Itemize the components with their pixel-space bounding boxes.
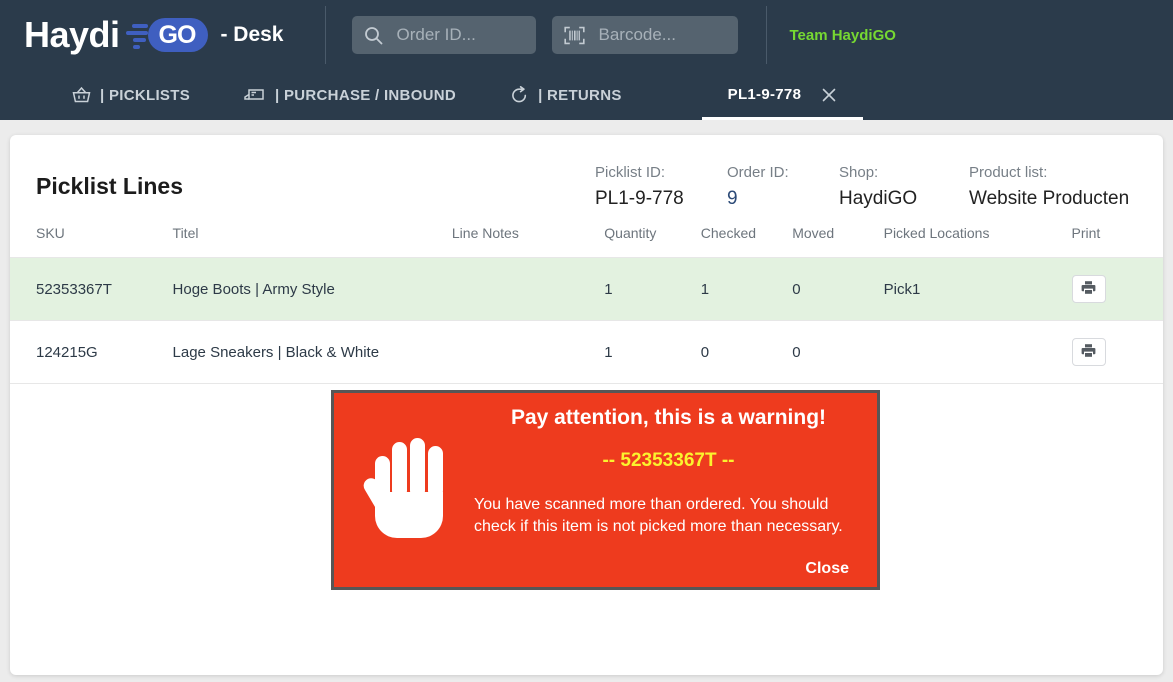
printer-icon <box>1081 280 1096 299</box>
column-header-print: Print <box>1071 219 1163 258</box>
close-icon[interactable] <box>821 87 837 103</box>
meta-label: Product list: <box>969 164 1048 181</box>
top-bar-row: Haydi GO - Desk Order ID... Barcode... T… <box>0 0 1173 70</box>
app-logo[interactable]: Haydi GO - Desk <box>24 11 283 59</box>
picklist-meta: Picklist ID: PL1-9-778 Order ID: 9 Shop:… <box>595 159 1141 213</box>
divider <box>766 6 768 64</box>
nav-label: | PURCHASE / INBOUND <box>275 86 457 104</box>
logo-go-badge: GO <box>122 18 209 52</box>
top-bar: Haydi GO - Desk Order ID... Barcode... T… <box>0 0 1173 120</box>
cell-titel: Lage Sneakers | Black & White <box>172 320 452 384</box>
meta-label: Shop: <box>839 164 879 181</box>
print-button[interactable] <box>1071 275 1106 303</box>
cell-titel: Hoge Boots | Army Style <box>172 257 452 321</box>
cell-print <box>1071 257 1163 321</box>
warning-message: You have scanned more than ordered. You … <box>474 496 843 535</box>
nav-label: | RETURNS <box>538 86 622 104</box>
nav-label: | PICKLISTS <box>100 86 191 104</box>
nav-tab-picklist-pl1-9-778[interactable]: PL1-9-778 <box>701 72 864 120</box>
table-header-row: SKU Titel Line Notes Quantity Checked Mo… <box>10 219 1163 258</box>
warning-title: Pay attention, this is a warning! <box>510 406 827 429</box>
table-row[interactable]: 52353367T Hoge Boots | Army Style 1 1 0 … <box>10 257 1163 321</box>
meta-product-list: Product list: Website Producten <box>969 161 1141 213</box>
card-header: Picklist Lines Picklist ID: PL1-9-778 Or… <box>10 135 1163 219</box>
printer-icon <box>1081 343 1096 362</box>
go-pill: GO <box>147 18 209 52</box>
cell-checked: 1 <box>700 257 793 321</box>
main-navigation: | PICKLISTS | PURCHASE / INBOUND | RETUR… <box>0 70 1173 120</box>
order-id-search[interactable]: Order ID... <box>352 16 537 54</box>
speed-lines-icon <box>122 20 148 50</box>
cell-checked: 0 <box>700 320 793 384</box>
stop-hand-icon <box>354 436 466 544</box>
truck-icon <box>244 86 266 104</box>
nav-tab-label: PL1-9-778 <box>727 86 802 103</box>
meta-label: Picklist ID: <box>595 164 666 181</box>
warning-dialog: Pay attention, this is a warning! -- 523… <box>331 390 880 590</box>
cell-quantity: 1 <box>604 257 701 321</box>
barcode-icon <box>564 26 586 45</box>
column-header-checked: Checked <box>700 219 793 258</box>
cell-line-notes <box>451 257 605 321</box>
cell-line-notes <box>451 320 605 384</box>
cell-picked-locations: Pick1 <box>883 257 1072 321</box>
order-id-placeholder: Order ID... <box>396 25 476 44</box>
cell-print <box>1071 320 1163 384</box>
basket-icon <box>72 86 91 104</box>
meta-label: Order ID: <box>727 164 789 181</box>
return-arrow-icon <box>510 86 529 104</box>
column-header-moved: Moved <box>792 219 884 258</box>
close-button[interactable]: Close <box>474 560 863 578</box>
divider <box>325 6 327 64</box>
column-header-picked-locations: Picked Locations <box>883 219 1072 258</box>
cell-moved: 0 <box>792 320 884 384</box>
search-icon <box>364 26 383 45</box>
meta-value[interactable]: 9 <box>727 185 839 213</box>
cell-quantity: 1 <box>604 320 701 384</box>
nav-item-purchase-inbound[interactable]: | PURCHASE / INBOUND <box>242 70 458 120</box>
print-button[interactable] <box>1071 338 1106 366</box>
column-header-sku: SKU <box>10 219 173 258</box>
cell-sku: 124215G <box>10 320 173 384</box>
cell-moved: 0 <box>792 257 884 321</box>
nav-item-picklists[interactable]: | PICKLISTS <box>70 70 192 120</box>
column-header-titel: Titel <box>172 219 452 258</box>
barcode-placeholder: Barcode... <box>598 25 676 44</box>
page-title: Picklist Lines <box>36 173 184 199</box>
cell-sku: 52353367T <box>10 257 173 321</box>
barcode-search[interactable]: Barcode... <box>552 16 739 54</box>
table-body: 52353367T Hoge Boots | Army Style 1 1 0 … <box>10 257 1163 384</box>
table-row[interactable]: 124215G Lage Sneakers | Black & White 1 … <box>10 320 1163 384</box>
meta-shop: Shop: HaydiGO <box>839 161 969 213</box>
warning-content: Pay attention, this is a warning! -- 523… <box>466 402 863 578</box>
warning-sku: -- 52353367T -- <box>602 450 735 471</box>
cell-picked-locations <box>883 320 1072 384</box>
nav-item-returns[interactable]: | RETURNS <box>508 70 624 120</box>
column-header-quantity: Quantity <box>604 219 701 258</box>
picklist-lines-table: SKU Titel Line Notes Quantity Checked Mo… <box>10 219 1163 384</box>
go-pill-label: GO <box>158 20 197 49</box>
meta-value: PL1-9-778 <box>595 188 684 209</box>
team-label: Team HaydiGO <box>789 26 896 44</box>
meta-value: HaydiGO <box>839 188 918 209</box>
meta-picklist-id: Picklist ID: PL1-9-778 <box>595 161 727 213</box>
meta-order-id: Order ID: 9 <box>727 161 839 213</box>
logo-text: Haydi <box>24 14 120 55</box>
column-header-line-notes: Line Notes <box>451 219 605 258</box>
logo-suffix: - Desk <box>220 23 284 46</box>
table-header: SKU Titel Line Notes Quantity Checked Mo… <box>10 219 1163 258</box>
meta-value: Website Producten <box>969 188 1130 209</box>
